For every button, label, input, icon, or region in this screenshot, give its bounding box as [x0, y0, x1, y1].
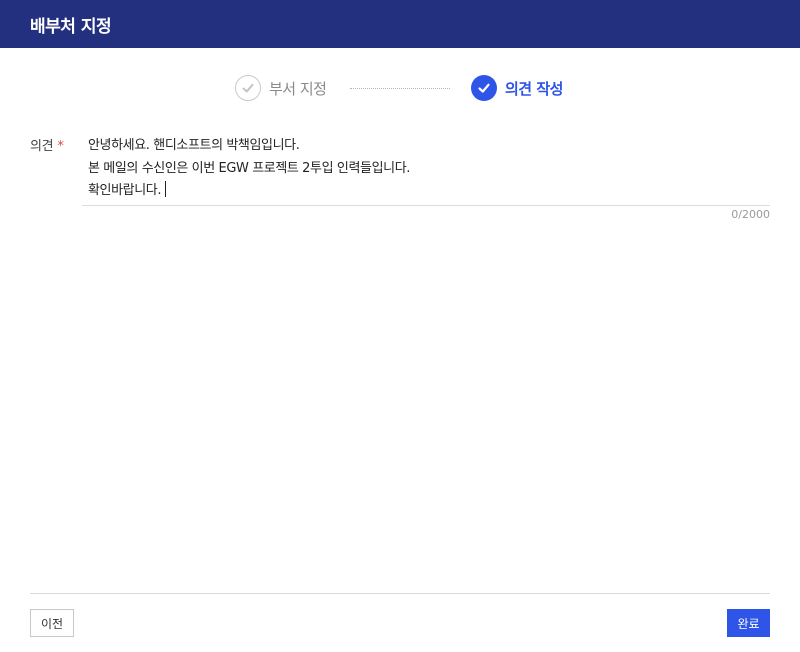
check-icon [471, 75, 497, 101]
char-counter: 0/2000 [731, 208, 770, 221]
opinion-textarea[interactable]: 안녕하세요. 핸디소프트의 박책임입니다. 본 메일의 수신인은 이번 EGW … [82, 131, 770, 206]
step-department: 부서 지정 [235, 74, 327, 102]
required-mark: * [57, 139, 64, 154]
step-department-label: 부서 지정 [269, 79, 327, 98]
opinion-label-text: 의견 [30, 139, 54, 154]
opinion-line-3: 확인바랍니다. [88, 183, 162, 198]
dialog-header: 배부처 지정 [0, 0, 800, 48]
check-icon [235, 75, 261, 101]
text-caret [165, 181, 167, 197]
prev-button[interactable]: 이전 [30, 609, 74, 637]
footer-divider [30, 593, 770, 594]
opinion-line-2: 본 메일의 수신인은 이번 EGW 프로젝트 2투입 인력들입니다. [88, 160, 410, 176]
opinion-line-1: 안녕하세요. 핸디소프트의 박책임입니다. [88, 138, 300, 153]
step-connector [350, 88, 450, 89]
step-opinion: 의견 작성 [471, 74, 563, 102]
opinion-label: 의견 * [30, 135, 64, 154]
stepper: 부서 지정 의견 작성 [0, 74, 800, 102]
step-opinion-label: 의견 작성 [505, 79, 563, 98]
dialog-title: 배부처 지정 [30, 16, 112, 37]
done-button[interactable]: 완료 [727, 609, 770, 637]
